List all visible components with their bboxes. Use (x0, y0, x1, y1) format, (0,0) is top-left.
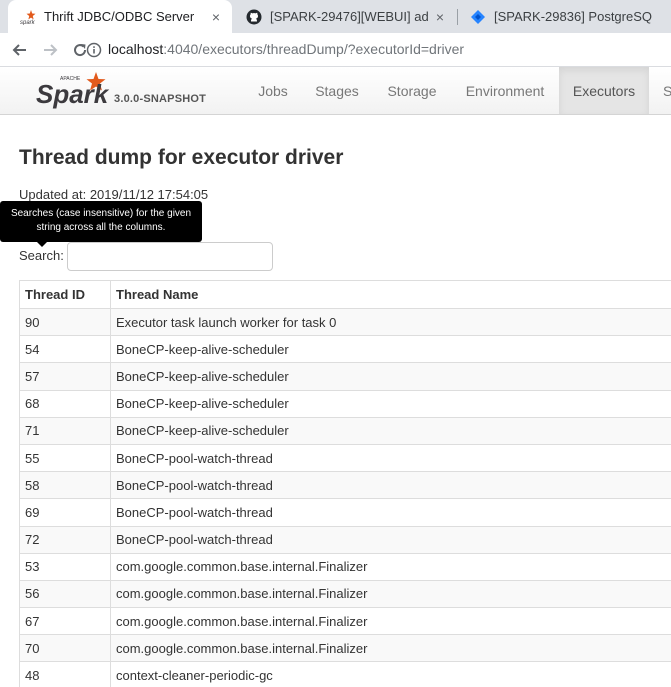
browser-tab-github[interactable]: [SPARK-29476][WEBUI] ad × (234, 0, 456, 33)
search-input[interactable] (67, 242, 273, 271)
column-header-thread-name[interactable]: Thread Name (110, 280, 671, 309)
table-row[interactable]: 72 BoneCP-pool-watch-thread (19, 525, 671, 554)
thread-name-cell: BoneCP-keep-alive-scheduler (110, 362, 671, 391)
thread-id-cell: 54 (19, 335, 111, 364)
nav-sql-partial[interactable]: S (649, 67, 671, 114)
table-row[interactable]: 68 BoneCP-keep-alive-scheduler (19, 389, 671, 418)
table-row[interactable]: 90 Executor task launch worker for task 0 (19, 307, 671, 337)
thread-id-cell: 70 (19, 634, 111, 663)
back-arrow-icon[interactable] (10, 40, 30, 60)
nav-storage[interactable]: Storage (373, 67, 451, 114)
tab-title: [SPARK-29836] PostgreSQ (494, 9, 653, 24)
table-row[interactable]: 57 BoneCP-keep-alive-scheduler (19, 362, 671, 391)
thread-id-cell: 67 (19, 607, 111, 636)
thread-name-cell: BoneCP-pool-watch-thread (110, 443, 671, 473)
table-row[interactable]: 69 BoneCP-pool-watch-thread (19, 498, 671, 527)
thread-name-cell: context-cleaner-periodic-gc (110, 661, 671, 687)
thread-name-cell: BoneCP-pool-watch-thread (110, 525, 671, 554)
thread-name-cell: com.google.common.base.internal.Finalize… (110, 579, 671, 609)
thread-id-cell: 53 (19, 552, 111, 581)
nav-environment[interactable]: Environment (451, 67, 559, 114)
thread-id-cell: 68 (19, 389, 111, 418)
updated-timestamp: Updated at: 2019/11/12 17:54:05 (19, 187, 209, 202)
tab-title: Thrift JDBC/ODBC Server (44, 9, 195, 24)
table-row[interactable]: 55 BoneCP-pool-watch-thread (19, 443, 671, 473)
thread-id-cell: 71 (19, 416, 111, 445)
url-host: localhost (108, 41, 164, 57)
thread-name-cell: Executor task launch worker for task 0 (110, 307, 671, 337)
column-header-thread-id[interactable]: Thread ID (19, 280, 111, 309)
tooltip-arrow (37, 242, 47, 247)
thread-id-cell: 55 (19, 443, 111, 473)
address-bar: localhost:4040/executors/threadDump/?exe… (0, 33, 671, 67)
thread-id-cell: 58 (19, 471, 111, 500)
browser-tab-thrift[interactable]: spark Thrift JDBC/ODBC Server × (8, 0, 232, 33)
browser-tab-strip: spark Thrift JDBC/ODBC Server × [SPARK-2… (0, 0, 671, 33)
thread-name-cell: BoneCP-keep-alive-scheduler (110, 416, 671, 445)
github-icon (246, 9, 262, 25)
url-field[interactable]: localhost:4040/executors/threadDump/?exe… (108, 41, 464, 57)
table-row[interactable]: 48 context-cleaner-periodic-gc (19, 661, 671, 687)
thread-id-cell: 57 (19, 362, 111, 391)
search-tooltip: Searches (case insensitive) for the give… (0, 201, 202, 242)
nav-jobs[interactable]: Jobs (245, 67, 301, 114)
page-title: Thread dump for executor driver (19, 146, 344, 169)
site-info-icon[interactable] (86, 42, 102, 63)
nav-stages[interactable]: Stages (301, 67, 373, 114)
thread-id-cell: 56 (19, 579, 111, 609)
thread-name-cell: BoneCP-keep-alive-scheduler (110, 389, 671, 418)
search-label: Search: (19, 248, 64, 263)
table-header-row: Thread ID Thread Name (19, 280, 671, 309)
thread-name-cell: BoneCP-pool-watch-thread (110, 471, 671, 500)
spark-icon: spark (20, 9, 36, 25)
thread-id-cell: 48 (19, 661, 111, 687)
table-row[interactable]: 54 BoneCP-keep-alive-scheduler (19, 335, 671, 364)
thread-name-cell: BoneCP-pool-watch-thread (110, 498, 671, 527)
close-tab-icon[interactable]: × (432, 9, 448, 25)
url-path: :4040/executors/threadDump/?executorId=d… (163, 41, 465, 57)
jira-icon (470, 9, 486, 25)
nav-executors[interactable]: Executors (559, 67, 649, 114)
forward-arrow-icon[interactable] (40, 40, 60, 60)
table-row[interactable]: 70 com.google.common.base.internal.Finali… (19, 634, 671, 663)
thread-id-cell: 72 (19, 525, 111, 554)
svg-text:spark: spark (20, 20, 36, 25)
close-tab-icon[interactable]: × (208, 9, 224, 25)
thread-id-cell: 69 (19, 498, 111, 527)
thread-id-cell: 90 (19, 307, 111, 337)
thread-name-cell: com.google.common.base.internal.Finalize… (110, 607, 671, 636)
table-row[interactable]: 56 com.google.common.base.internal.Finali… (19, 579, 671, 609)
thread-name-cell: com.google.common.base.internal.Finalize… (110, 552, 671, 581)
thread-dump-table: Thread ID Thread Name 90 Executor task la… (19, 280, 671, 687)
thread-name-cell: com.google.common.base.internal.Finalize… (110, 634, 671, 663)
spark-navbar: APACHE Spark 3.0.0-SNAPSHOT Jobs Stages … (0, 67, 671, 115)
thread-name-cell: BoneCP-keep-alive-scheduler (110, 335, 671, 364)
table-row[interactable]: 53 com.google.common.base.internal.Finali… (19, 552, 671, 581)
browser-tab-jira[interactable]: [SPARK-29836] PostgreSQ (458, 0, 671, 33)
table-row[interactable]: 67 com.google.common.base.internal.Finali… (19, 607, 671, 636)
svg-text:Spark: Spark (36, 79, 110, 109)
spark-version: 3.0.0-SNAPSHOT (114, 93, 207, 105)
spark-logo[interactable]: APACHE Spark (36, 70, 116, 110)
table-row[interactable]: 58 BoneCP-pool-watch-thread (19, 471, 671, 500)
tab-title: [SPARK-29476][WEBUI] ad (270, 9, 429, 24)
table-row[interactable]: 71 BoneCP-keep-alive-scheduler (19, 416, 671, 445)
